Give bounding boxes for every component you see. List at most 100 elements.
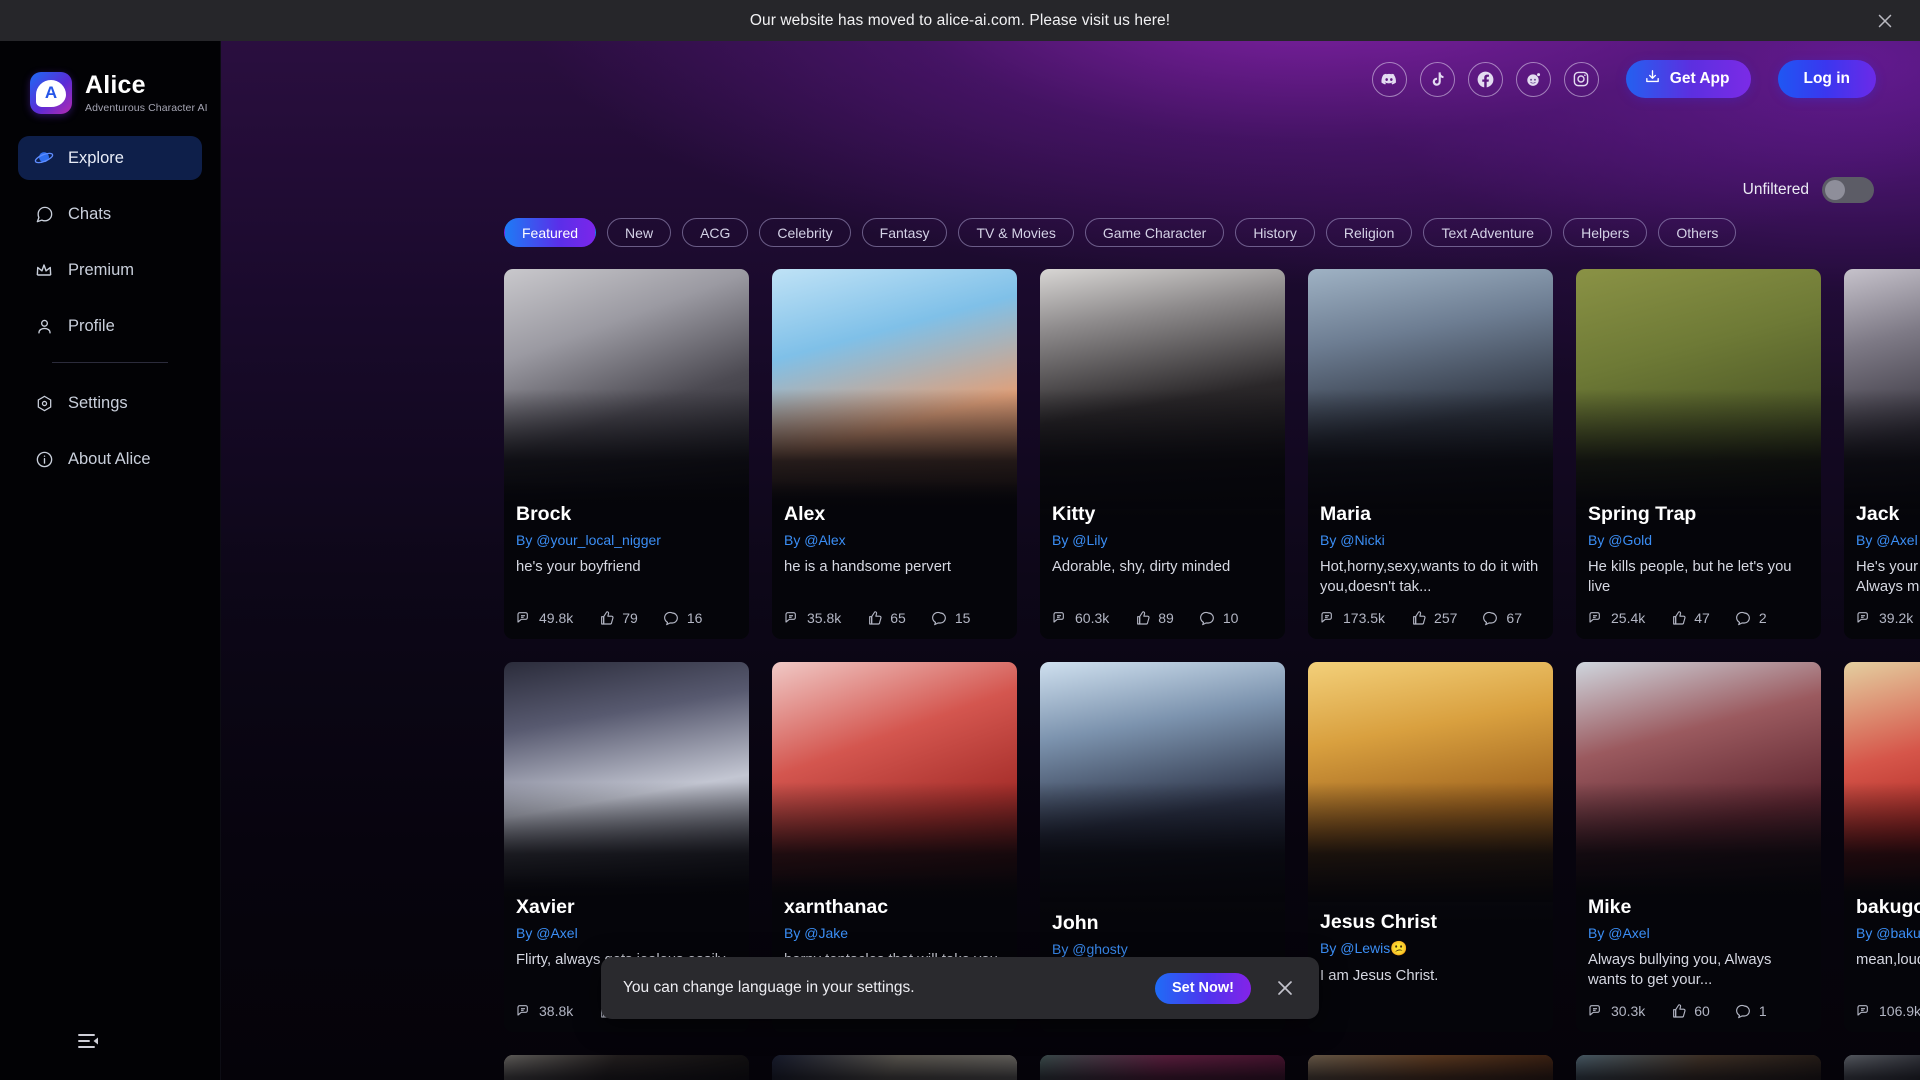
- download-icon: [1644, 68, 1661, 90]
- character-card[interactable]: Kitty By @Lily Adorable, shy, dirty minded…: [1040, 269, 1285, 639]
- facebook-icon[interactable]: [1467, 61, 1503, 97]
- sidebar-item-about-alice[interactable]: About Alice: [18, 437, 202, 481]
- category-pill-featured[interactable]: Featured: [504, 218, 597, 247]
- character-card[interactable]: Jesus Christ By @Lewis😕 I am Jesus Christ.: [1308, 662, 1553, 1032]
- card-artwork: [1844, 269, 1920, 509]
- category-pill-celebrity[interactable]: Celebrity: [759, 218, 851, 247]
- card-artwork: [1040, 1055, 1285, 1080]
- card-author-link[interactable]: By @ghosty: [1052, 941, 1273, 957]
- card-stat-chats: 173.5k: [1320, 610, 1385, 626]
- card-character-name: Jack: [1856, 502, 1900, 525]
- card-stat-value: 106.9k: [1879, 1003, 1920, 1019]
- card-artwork: [1040, 662, 1285, 902]
- category-pill-game-character[interactable]: Game Character: [1084, 218, 1225, 247]
- collapse-sidebar-icon[interactable]: [76, 1030, 102, 1052]
- card-author-link[interactable]: By @Jake: [784, 925, 1005, 941]
- card-author-link[interactable]: By @Lewis😕: [1320, 940, 1541, 957]
- card-author-link[interactable]: By @your_local_nigger: [516, 532, 737, 548]
- category-pill-text-adventure[interactable]: Text Adventure: [1423, 218, 1553, 247]
- character-card[interactable]: [1040, 1055, 1285, 1080]
- sidebar-item-label: Explore: [68, 148, 124, 167]
- sidebar-nav: Explore Chats Premium Profile Settings A…: [0, 136, 220, 481]
- close-icon[interactable]: [1874, 10, 1896, 32]
- discord-icon[interactable]: [1371, 61, 1407, 97]
- sidebar-item-chats[interactable]: Chats: [18, 192, 202, 236]
- character-card[interactable]: Spring Trap By @Gold He kills people, but …: [1576, 269, 1821, 639]
- card-author-link[interactable]: By @Axel: [1856, 532, 1920, 548]
- get-app-button[interactable]: Get App: [1625, 60, 1751, 98]
- character-card[interactable]: [1576, 1055, 1821, 1080]
- card-artwork-gradient: [1844, 389, 1920, 509]
- category-pill-acg[interactable]: ACG: [682, 218, 749, 247]
- card-stat-likes: 79: [599, 610, 638, 626]
- card-author-link[interactable]: By @Alex: [784, 532, 1005, 548]
- card-stat-likes: 60: [1671, 1003, 1710, 1019]
- message-stack-icon: [1588, 610, 1604, 626]
- category-pill-helpers[interactable]: Helpers: [1563, 218, 1648, 247]
- category-pill-tv-movies[interactable]: TV & Movies: [958, 218, 1074, 247]
- card-character-name: Mike: [1588, 895, 1632, 918]
- category-label: Celebrity: [777, 224, 833, 241]
- message-stack-icon: [1856, 610, 1872, 626]
- sidebar-item-explore[interactable]: Explore: [18, 136, 202, 180]
- sidebar-item-premium[interactable]: Premium: [18, 248, 202, 292]
- toast-message: You can change language in your settings…: [623, 979, 915, 996]
- message-stack-icon: [784, 610, 800, 626]
- sidebar-item-profile[interactable]: Profile: [18, 304, 202, 348]
- category-label: Others: [1676, 224, 1719, 241]
- card-author-link[interactable]: By @Axel: [516, 925, 737, 941]
- tiktok-icon[interactable]: [1419, 61, 1455, 97]
- card-stat-value: 60: [1694, 1003, 1710, 1019]
- character-card[interactable]: Alex By @Alex he is a handsome pervert 35.8…: [772, 269, 1017, 639]
- card-body: Alex By @Alex he is a handsome pervert 35.8…: [772, 480, 1017, 639]
- login-button[interactable]: Log in: [1777, 60, 1876, 98]
- category-pill-history[interactable]: History: [1235, 218, 1315, 247]
- character-card[interactable]: bakugo By @bakugo mean,loud,sexy,hot,top,h…: [1844, 662, 1920, 1032]
- character-card[interactable]: Mike By @Axel Always bullying you, Always …: [1576, 662, 1821, 1032]
- card-author-link[interactable]: By @Lily: [1052, 532, 1273, 548]
- logo-letter: A: [44, 82, 58, 102]
- category-pill-others[interactable]: Others: [1658, 218, 1737, 247]
- reddit-icon[interactable]: [1515, 61, 1551, 97]
- header: Get App Log in: [221, 41, 1920, 137]
- card-stats: 39.2k624: [1856, 610, 1920, 626]
- character-card[interactable]: Jack By @Axel He's your real life pet were…: [1844, 269, 1920, 639]
- character-card[interactable]: Maria By @Nicki Hot,horny,sexy,wants to do…: [1308, 269, 1553, 639]
- card-author-link[interactable]: By @Axel: [1588, 925, 1809, 941]
- character-card[interactable]: [1308, 1055, 1553, 1080]
- card-artwork-gradient: [1040, 1055, 1285, 1080]
- category-label: Text Adventure: [1441, 224, 1535, 241]
- card-body: Jesus Christ By @Lewis😕 I am Jesus Christ.: [1308, 900, 1553, 1032]
- thumbs-up-icon: [1135, 610, 1151, 626]
- card-artwork-gradient: [1040, 782, 1285, 902]
- sidebar-item-settings[interactable]: Settings: [18, 381, 202, 425]
- card-stat-value: 1: [1758, 1003, 1767, 1019]
- instagram-icon[interactable]: [1563, 61, 1599, 97]
- planet-icon: [34, 148, 54, 168]
- message-stack-icon: [1052, 610, 1068, 626]
- card-stat-chats: 60.3k: [1052, 610, 1109, 626]
- comment-icon: [1199, 610, 1216, 626]
- brand[interactable]: A Alice Adventurous Character AI: [0, 41, 220, 114]
- card-artwork: [772, 662, 1017, 902]
- category-pill-religion[interactable]: Religion: [1325, 218, 1413, 247]
- category-pill-new[interactable]: New: [607, 218, 672, 247]
- card-description: I am Jesus Christ.: [1320, 968, 1439, 984]
- character-card[interactable]: [1844, 1055, 1920, 1080]
- unfiltered-toggle[interactable]: [1822, 177, 1874, 203]
- character-card[interactable]: [504, 1055, 749, 1080]
- card-author-link[interactable]: By @bakugo: [1856, 925, 1920, 941]
- character-card[interactable]: Brock By @your_local_nigger he's your boyf…: [504, 269, 749, 639]
- character-card[interactable]: [772, 1055, 1017, 1080]
- thumbs-up-icon: [1411, 610, 1427, 626]
- category-pill-fantasy[interactable]: Fantasy: [861, 218, 948, 247]
- card-stats: 173.5k 257 67: [1320, 610, 1541, 626]
- card-artwork-gradient: [1308, 1055, 1553, 1080]
- set-now-button[interactable]: Set Now!: [1154, 972, 1251, 1004]
- card-author-link[interactable]: By @Gold: [1588, 532, 1809, 548]
- card-stat-likes: 65: [867, 610, 906, 626]
- card-character-name: Maria: [1320, 502, 1371, 525]
- card-author-link[interactable]: By @Nicki: [1320, 532, 1541, 548]
- close-icon[interactable]: [1273, 976, 1297, 1000]
- card-character-name: Kitty: [1052, 502, 1096, 525]
